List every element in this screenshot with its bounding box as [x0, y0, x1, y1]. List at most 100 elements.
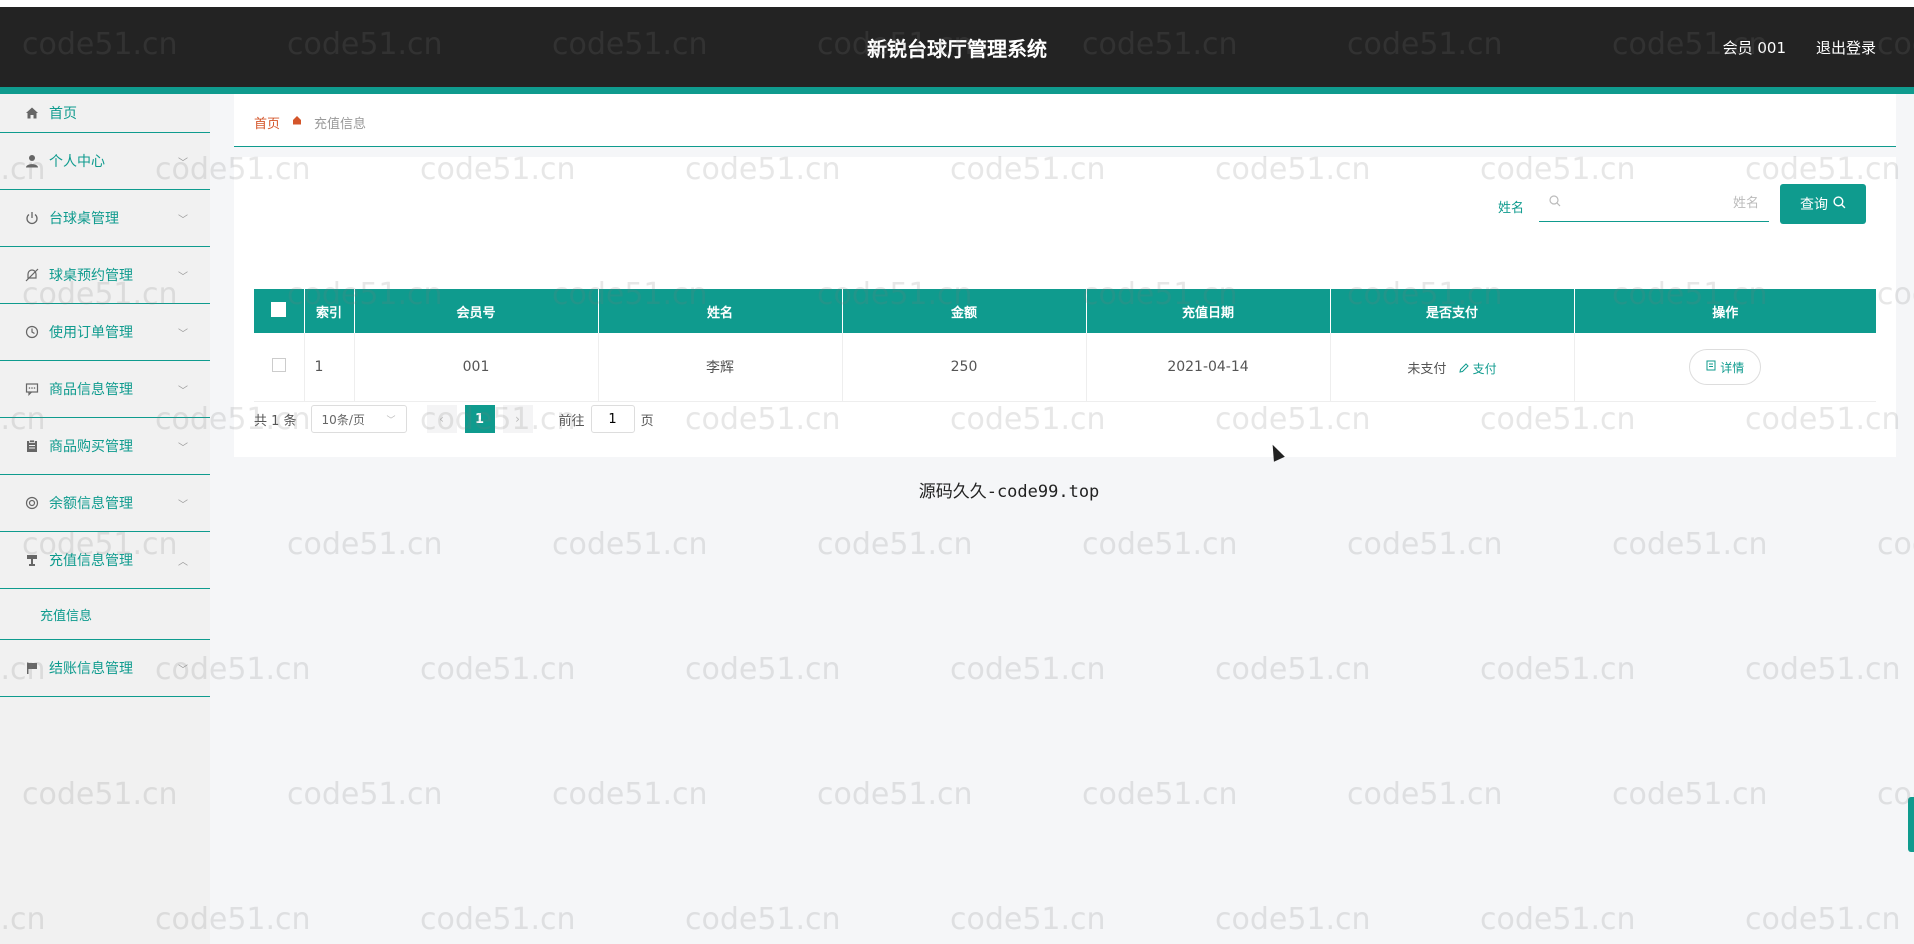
watermark-text: code51.cn: [685, 902, 841, 937]
watermark-text: code51.cn: [1480, 652, 1636, 687]
clock-icon: [24, 324, 40, 340]
watermark-text: code51.cn: [950, 652, 1106, 687]
page-number-current[interactable]: 1: [464, 405, 495, 433]
edit-icon: [1459, 362, 1473, 376]
sidebar-item-label: 商品购买管理: [49, 439, 133, 455]
sidebar-item-table-management[interactable]: 台球桌管理 ﹀: [0, 190, 210, 247]
pagination-total: 共 1 条: [254, 413, 297, 429]
column-header: 金额: [842, 289, 1087, 333]
flag-icon: [24, 660, 40, 676]
logout-link[interactable]: 退出登录: [1816, 37, 1876, 58]
sidebar-item-order-management[interactable]: 使用订单管理 ﹀: [0, 304, 210, 361]
watermark-text: code51.cn: [685, 652, 841, 687]
watermark-text: code51.cn: [817, 527, 973, 562]
chevron-up-icon: ︿: [178, 556, 188, 568]
footer-note-text: 源码久久-code99.top: [918, 482, 1100, 502]
house-icon: [292, 115, 302, 125]
pagination: 共 1 条 10条/页 ﹀ ‹ 1 › 前往 页: [254, 404, 654, 434]
watermark-text: code51.cn: [1215, 652, 1371, 687]
watermark-text: code51.cn: [1877, 527, 1914, 562]
chevron-down-icon: ﹀: [178, 214, 188, 226]
prev-page-button[interactable]: ‹: [426, 405, 457, 433]
footer-note: 源码久久-code99.top: [0, 477, 1914, 502]
sidebar-item-recharge-management[interactable]: 充值信息管理 ︿: [0, 532, 210, 589]
sidebar-item-label: 充值信息管理: [49, 553, 133, 569]
sidebar-item-home[interactable]: 首页: [0, 94, 210, 133]
watermark-text: code51.cn: [1745, 652, 1901, 687]
cell-member-no: 001: [354, 333, 599, 402]
detail-button[interactable]: 详情: [1689, 349, 1762, 385]
row-select-cell: [254, 333, 305, 402]
column-header: 是否支付: [1330, 289, 1575, 333]
watermark-text: code51.cn: [817, 777, 973, 812]
document-icon: [1706, 360, 1716, 374]
detail-button-label: 详情: [1720, 360, 1745, 375]
chevron-down-icon: ﹀: [178, 328, 188, 340]
sidebar: 首页 个人中心 ﹀ 台球桌管理 ﹀ 球桌预约管理 ﹀ 使用订单管理 ﹀ 商品信息…: [0, 94, 210, 944]
watermark-text: code51.cn: [552, 527, 708, 562]
chat-icon: [24, 381, 40, 397]
sidebar-subitem-label: 充值信息: [40, 608, 93, 624]
sidebar-item-label: 结账信息管理: [49, 661, 133, 677]
top-bar: 新锐台球厅管理系统 会员 001 退出登录: [0, 7, 1914, 87]
cell-actions: 详情: [1574, 333, 1876, 402]
recharge-table: 索引 会员号 姓名 金额 充值日期 是否支付 操作 1 001 李辉 250 2…: [254, 289, 1876, 402]
breadcrumb-home-link[interactable]: 首页: [254, 113, 280, 132]
watermark-text: code51.cn: [1612, 777, 1768, 812]
goto-label: 前往: [558, 413, 585, 429]
chevron-down-icon: ﹀: [178, 157, 188, 169]
chevron-left-icon: ‹: [439, 412, 444, 426]
query-button[interactable]: 查询: [1780, 184, 1866, 224]
stand-icon: [24, 552, 40, 568]
sidebar-item-label: 个人中心: [49, 154, 105, 170]
sidebar-item-goods-purchase-management[interactable]: 商品购买管理 ﹀: [0, 418, 210, 475]
sidebar-item-label: 球桌预约管理: [49, 268, 133, 284]
user-icon: [24, 153, 40, 169]
clipboard-icon: [24, 438, 40, 454]
sidebar-item-goods-info-management[interactable]: 商品信息管理 ﹀: [0, 361, 210, 418]
watermark-text: code51.cn: [1082, 527, 1238, 562]
cell-amount: 250: [842, 333, 1087, 402]
watermark-text: code51.cn: [1480, 902, 1636, 937]
select-all-checkbox[interactable]: [271, 301, 287, 317]
query-button-label: 查询: [1800, 197, 1828, 213]
page-size-select[interactable]: 10条/页 ﹀: [310, 405, 407, 433]
goto-page-input[interactable]: [590, 405, 635, 433]
cell-index: 1: [304, 333, 355, 402]
sidebar-item-label: 使用订单管理: [49, 325, 133, 341]
select-all-cell: [254, 289, 305, 333]
cell-date: 2021-04-14: [1086, 333, 1331, 402]
pay-link[interactable]: 支付: [1459, 362, 1497, 376]
breadcrumb-current: 充值信息: [314, 117, 367, 132]
column-header: 操作: [1574, 289, 1876, 333]
top-bar-accent-line: [0, 87, 1914, 94]
next-page-button[interactable]: ›: [502, 405, 533, 433]
page-size-value: 10条/页: [321, 412, 365, 427]
chevron-down-icon: ﹀: [178, 442, 188, 454]
search-name-label: 姓名: [1498, 201, 1525, 216]
chevron-down-icon: ﹀: [178, 664, 188, 676]
watermark-text: code51.cn: [287, 527, 443, 562]
sidebar-item-label: 台球桌管理: [49, 211, 119, 227]
sidebar-item-reservation-management[interactable]: 球桌预约管理 ﹀: [0, 247, 210, 304]
power-icon: [24, 210, 40, 226]
sidebar-subitem-recharge-info[interactable]: 充值信息: [0, 589, 210, 640]
app-frame: 新锐台球厅管理系统 会员 001 退出登录 首页 个人中心 ﹀ 台球桌管理 ﹀: [0, 7, 1914, 944]
watermark-text: code51.cn: [552, 777, 708, 812]
sidebar-item-checkout-management[interactable]: 结账信息管理 ﹀: [0, 640, 210, 697]
chevron-down-icon: ﹀: [178, 271, 188, 283]
app-title: 新锐台球厅管理系统: [867, 37, 1047, 61]
side-drawer-handle[interactable]: [1908, 797, 1914, 852]
goto-suffix: 页: [640, 413, 654, 429]
main-content: 姓名 查询 索引 会员号 姓名 金额 充值日期: [234, 157, 1896, 457]
watermark-text: code51.cn: [420, 902, 576, 937]
pay-link-label: 支付: [1472, 361, 1497, 376]
watermark-text: code51.cn: [950, 902, 1106, 937]
sidebar-item-personal-center[interactable]: 个人中心 ﹀: [0, 133, 210, 190]
sidebar-item-label: 首页: [49, 106, 77, 122]
chevron-down-icon: ﹀: [178, 385, 188, 397]
search-name-input[interactable]: [1539, 186, 1769, 222]
row-checkbox[interactable]: [271, 358, 286, 372]
watermark-text: code51.cn: [420, 652, 576, 687]
watermark-text: code51.cn: [287, 777, 443, 812]
